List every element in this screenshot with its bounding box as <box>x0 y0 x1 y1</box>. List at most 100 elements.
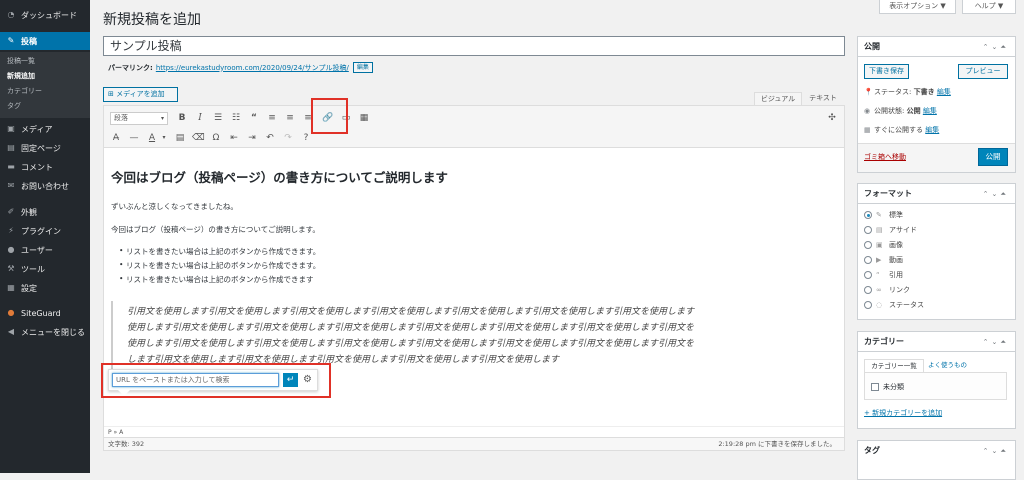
format-option-label: 標準 <box>889 211 903 219</box>
radio-button[interactable] <box>864 256 872 264</box>
add-media-button[interactable]: ⊞ メディアを追加 <box>103 87 178 102</box>
submenu-item-all-posts[interactable]: 投稿一覧 <box>0 55 90 68</box>
undo-icon[interactable]: ↶ <box>264 132 276 144</box>
permalink-url-link[interactable]: https://eurekastudyroom.com/2020/09/24/サ… <box>156 63 349 73</box>
box-controls-icon[interactable]: ⌃⌄⏶ <box>983 441 1009 461</box>
link-icon: ∞ <box>876 286 882 294</box>
horizontal-line-icon[interactable]: — <box>128 132 140 144</box>
radio-button[interactable] <box>864 241 872 249</box>
sidebar-collapse-menu[interactable]: ◀ メニューを閉じる <box>0 323 90 341</box>
tab-text[interactable]: テキスト <box>803 92 843 105</box>
fullscreen-icon[interactable]: ✣ <box>826 112 838 124</box>
radio-button[interactable] <box>864 226 872 234</box>
collapse-icon: ◀ <box>7 327 15 336</box>
bullet-list-icon[interactable]: ☰ <box>212 112 224 124</box>
chevron-down-icon[interactable]: ▾ <box>158 132 170 144</box>
screen-options-button[interactable]: 表示オプション ▼ <box>879 0 956 14</box>
sidebar-item-posts[interactable]: ✎ 投稿 <box>0 32 90 50</box>
preview-button[interactable]: プレビュー <box>958 64 1008 79</box>
sidebar-item-comments[interactable]: ▬ コメント <box>0 158 90 176</box>
format-option-label: アサイド <box>889 226 917 234</box>
list-item: リストを書きたい場合は上記のボタンから作成できます <box>119 274 313 285</box>
radio-button[interactable] <box>864 211 872 219</box>
format-select[interactable]: 段落 ▾ <box>110 112 168 125</box>
italic-icon[interactable]: I <box>194 112 206 124</box>
publish-button[interactable]: 公開 <box>978 148 1008 166</box>
format-box: フォーマット ⌃⌄⏶ ✎ 標準 ▤ アサイド ▣ 画像 ▶ 動画 “ 引用 ∞ リンク ◌ ステ… <box>857 183 1016 320</box>
editor-toolbar: 段落 ▾ B I ☰ ☷ “ ≡ ≡ ≡ 🔗 ▭ ▦ ✣ A̶ — A ▾ ▤ ⌫… <box>104 106 844 148</box>
blockquote-icon[interactable]: “ <box>248 112 260 124</box>
sidebar-item-siteguard[interactable]: ● SiteGuard <box>0 304 90 322</box>
popup-tail <box>118 390 130 396</box>
format-option-quote[interactable]: “ 引用 <box>864 270 903 280</box>
align-right-icon[interactable]: ≡ <box>302 112 314 124</box>
post-title-input[interactable]: サンプル投稿 <box>103 36 845 56</box>
sidebar-item-settings[interactable]: ▦ 設定 <box>0 279 90 297</box>
add-category-link[interactable]: + 新規カテゴリーを追加 <box>864 408 942 418</box>
quote-line: します引用文を使用します引用文を使用します引用文を使用します引用文を使用します引… <box>127 355 560 365</box>
link-url-input[interactable]: URL をペーストまたは入力して検索 <box>112 373 279 387</box>
status-row: 📍ステータス: 下書き 編集 <box>864 87 951 97</box>
format-option-link[interactable]: ∞ リンク <box>864 285 910 295</box>
trash-link[interactable]: ゴミ箱へ移動 <box>864 152 906 162</box>
sidebar-item-plugins[interactable]: ⚡ プラグイン <box>0 222 90 240</box>
format-option-standard[interactable]: ✎ 標準 <box>864 210 903 220</box>
clear-format-icon[interactable]: ⌫ <box>192 132 205 144</box>
link-settings-button[interactable]: ⚙ <box>300 373 315 387</box>
checkbox[interactable] <box>871 383 879 391</box>
schedule-label: すぐに公開する <box>874 126 923 134</box>
tag-box-title: タグ <box>864 446 880 455</box>
settings-icon: ▦ <box>7 283 15 292</box>
submenu-item-add-new[interactable]: 新規追加 <box>0 70 90 83</box>
comment-icon: ▬ <box>7 162 15 171</box>
read-more-icon[interactable]: ▭ <box>340 112 352 124</box>
content-heading: 今回はブログ（投稿ページ）の書き方についてご説明します <box>111 170 448 185</box>
sidebar-item-pages[interactable]: ▤ 固定ページ <box>0 139 90 157</box>
format-option-aside[interactable]: ▤ アサイド <box>864 225 917 235</box>
gear-icon: ⚙ <box>303 374 312 385</box>
align-center-icon[interactable]: ≡ <box>284 112 296 124</box>
toolbar-toggle-icon[interactable]: ▦ <box>358 112 370 124</box>
text-color-icon[interactable]: A <box>146 132 158 144</box>
format-option-video[interactable]: ▶ 動画 <box>864 255 903 265</box>
sidebar-item-contact[interactable]: ✉ お問い合わせ <box>0 177 90 195</box>
paste-text-icon[interactable]: ▤ <box>174 132 186 144</box>
sidebar-item-media[interactable]: ▣ メディア <box>0 120 90 138</box>
schedule-edit-link[interactable]: 編集 <box>925 126 939 134</box>
apply-link-button[interactable]: ↵ <box>283 373 298 387</box>
box-controls-icon[interactable]: ⌃⌄⏶ <box>983 184 1009 204</box>
align-left-icon[interactable]: ≡ <box>266 112 278 124</box>
format-option-status[interactable]: ◌ ステータス <box>864 300 924 310</box>
sidebar-item-users[interactable]: ● ユーザー <box>0 241 90 259</box>
submenu-item-tags[interactable]: タグ <box>0 100 90 113</box>
sidebar-item-dashboard[interactable]: ◔ ダッシュボード <box>0 6 90 24</box>
category-item[interactable]: 未分類 <box>871 382 904 392</box>
radio-button[interactable] <box>864 286 872 294</box>
sidebar-item-tools[interactable]: ⚒ ツール <box>0 260 90 278</box>
redo-icon[interactable]: ↷ <box>282 132 294 144</box>
submenu-item-categories[interactable]: カテゴリー <box>0 85 90 98</box>
tab-visual[interactable]: ビジュアル <box>754 92 802 105</box>
help-button[interactable]: ヘルプ ▼ <box>962 0 1016 14</box>
radio-button[interactable] <box>864 301 872 309</box>
tab-popular-categories[interactable]: よく使うもの <box>928 359 967 371</box>
numbered-list-icon[interactable]: ☷ <box>230 112 242 124</box>
sidebar-item-label: 投稿 <box>21 36 37 46</box>
link-icon[interactable]: 🔗 <box>322 112 334 124</box>
tab-all-categories[interactable]: カテゴリー一覧 <box>864 359 924 372</box>
sidebar-item-appearance[interactable]: ✐ 外観 <box>0 203 90 221</box>
status-edit-link[interactable]: 編集 <box>937 88 951 96</box>
save-draft-button[interactable]: 下書き保存 <box>864 64 909 79</box>
visibility-edit-link[interactable]: 編集 <box>923 107 937 115</box>
help-icon[interactable]: ? <box>300 132 312 144</box>
strikethrough-icon[interactable]: A̶ <box>110 132 122 144</box>
special-character-icon[interactable]: Ω <box>210 132 222 144</box>
box-controls-icon[interactable]: ⌃⌄⏶ <box>983 37 1009 57</box>
permalink-edit-button[interactable]: 編集 <box>352 62 373 73</box>
box-controls-icon[interactable]: ⌃⌄⏶ <box>983 332 1009 352</box>
radio-button[interactable] <box>864 271 872 279</box>
outdent-icon[interactable]: ⇤ <box>228 132 240 144</box>
indent-icon[interactable]: ⇥ <box>246 132 258 144</box>
format-option-image[interactable]: ▣ 画像 <box>864 240 903 250</box>
bold-icon[interactable]: B <box>176 112 188 124</box>
